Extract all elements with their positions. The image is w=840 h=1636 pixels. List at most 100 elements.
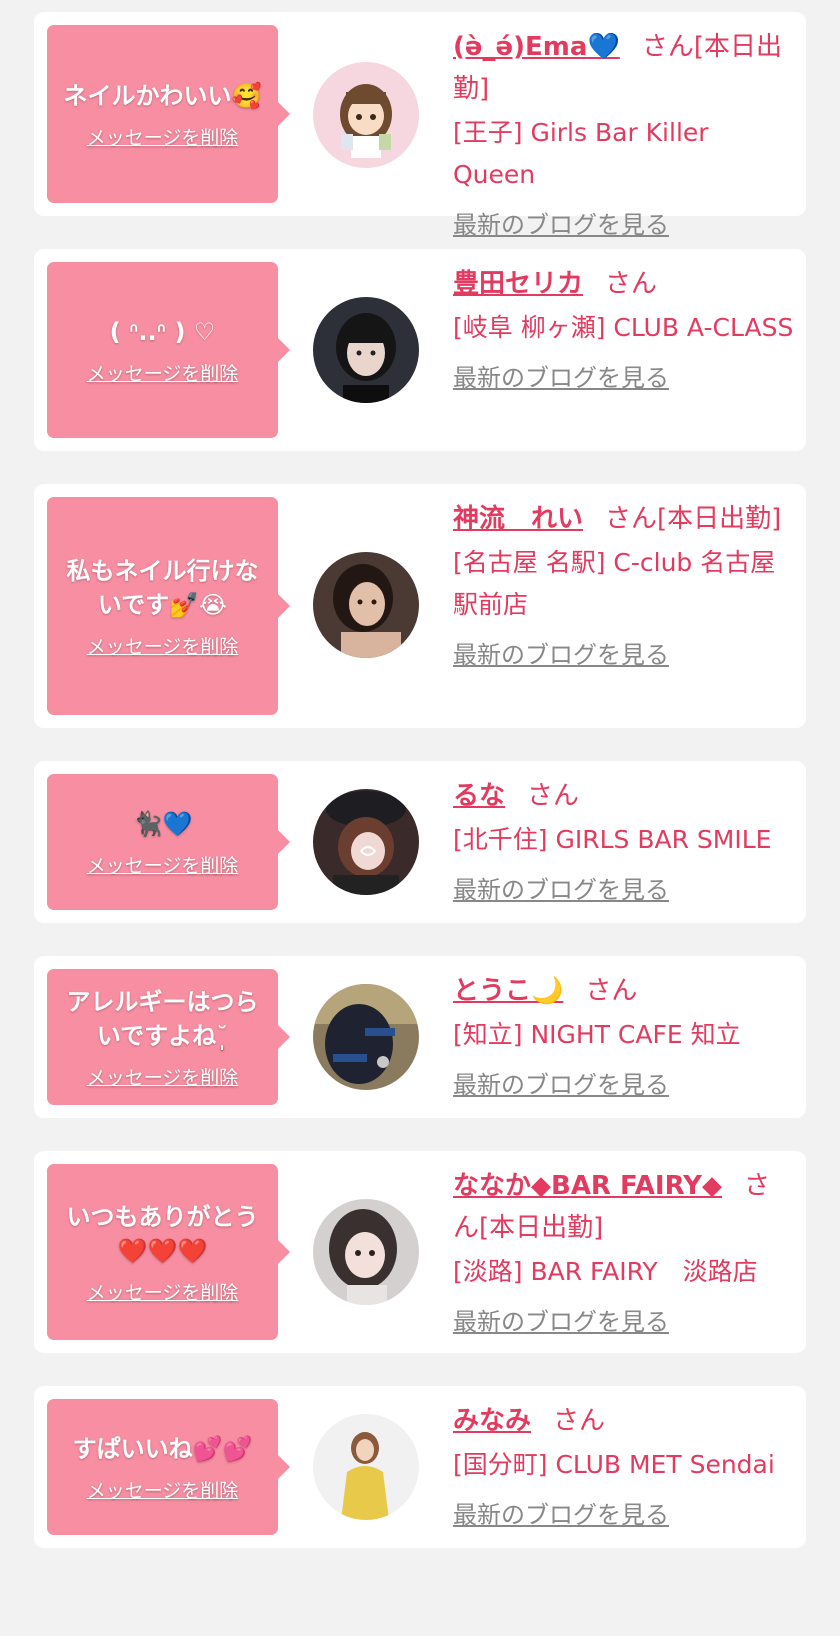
honorific: さん [605, 504, 658, 534]
cast-name: るな [453, 781, 506, 811]
list-item: いつもありがとう ❤️❤️❤️ メッセージを削除 ななか◆BAR FAIRY◆ さん… [34, 1151, 806, 1353]
shop-name: [名古屋 名駅] C-club 名古屋駅前店 [453, 548, 776, 619]
view-blog-link[interactable]: 最新のブログを見る [453, 208, 669, 242]
message-text: すぱいいね💕💕 [73, 1432, 253, 1466]
message-text: 🐈‍⬛💙 [133, 807, 193, 841]
honorific: さん [585, 976, 638, 1006]
cast-name-link[interactable]: (ə̀_ə́)Ema💙 [453, 32, 620, 62]
message-emoji: 💕💕 [192, 1434, 253, 1463]
message-text: 私もネイル行けないです💅😭 [55, 554, 270, 622]
list-item: 私もネイル行けないです💅😭 メッセージを削除 神流 れい さん[本日出勤] [名古… [34, 484, 806, 728]
cast-name: (ə̀_ə́)Ema [453, 32, 588, 62]
cast-name-line: ななか◆BAR FAIRY◆ さん[本日出勤] [453, 1165, 794, 1249]
cast-info: みなみ さん [国分町] CLUB MET Sendai 最新のブログを見る [453, 1400, 794, 1532]
cast-name-line: るな さん [453, 775, 794, 817]
view-blog-link[interactable]: 最新のブログを見る [453, 361, 669, 395]
view-blog-link[interactable]: 最新のブログを見る [453, 873, 669, 907]
cast-name-line: みなみ さん [453, 1400, 794, 1442]
shop-name: [王子] Girls Bar Killer Queen [453, 118, 709, 189]
shop-name: [国分町] CLUB MET Sendai [453, 1450, 775, 1479]
cast-name-line: 神流 れい さん[本日出勤] [453, 498, 794, 540]
cast-name-line: とうこ🌙 さん [453, 970, 794, 1012]
shop-name: [知立] NIGHT CAFE 知立 [453, 1020, 741, 1049]
list-item: ( ᐢ..ᐢ ) ♡ メッセージを削除 豊田セリカ さん [岐阜 柳ヶ瀬] CLU… [34, 249, 806, 451]
cast-info: 神流 れい さん[本日出勤] [名古屋 名駅] C-club 名古屋駅前店 最新の… [453, 498, 794, 672]
avatar[interactable] [313, 789, 419, 895]
message-body: ネイルかわいい [63, 81, 232, 110]
work-status: [本日出勤] [479, 1213, 604, 1243]
cast-info: とうこ🌙 さん [知立] NIGHT CAFE 知立 最新のブログを見る [453, 970, 794, 1102]
message-bubble: いつもありがとう ❤️❤️❤️ メッセージを削除 [47, 1164, 290, 1340]
cast-name-line: 豊田セリカ さん [453, 263, 794, 305]
message-emoji: 🐈‍⬛💙 [132, 809, 193, 838]
message-body: 私もネイル行けないです [66, 556, 259, 619]
message-emoji: ˘̩̩̩ [216, 1021, 229, 1050]
cast-name: みなみ [453, 1406, 532, 1436]
cast-name: ななか◆BAR FAIRY◆ [453, 1171, 723, 1201]
cast-info: (ə̀_ə́)Ema💙 さん[本日出勤] [王子] Girls Bar Kille… [453, 26, 794, 242]
cast-name-link[interactable]: みなみ [453, 1406, 531, 1436]
delete-message-link[interactable]: メッセージを削除 [87, 632, 239, 659]
message-body: アレルギーはつらいですよね [66, 987, 259, 1050]
shop-name: [淡路] BAR FAIRY 淡路店 [453, 1257, 758, 1286]
message-text: アレルギーはつらいですよね˘̩̩̩ [55, 985, 270, 1053]
cast-info: るな さん [北千住] GIRLS BAR SMILE 最新のブログを見る [453, 775, 794, 907]
avatar[interactable] [313, 984, 419, 1090]
cast-info: 豊田セリカ さん [岐阜 柳ヶ瀬] CLUB A-CLASS 最新のブログを見る [453, 263, 794, 395]
delete-message-link[interactable]: メッセージを削除 [87, 1278, 239, 1305]
delete-message-link[interactable]: メッセージを削除 [87, 123, 239, 150]
honorific: さん [527, 781, 580, 811]
view-blog-link[interactable]: 最新のブログを見る [453, 1498, 669, 1532]
honorific: さん [641, 32, 694, 62]
message-bubble: 私もネイル行けないです💅😭 メッセージを削除 [47, 497, 290, 715]
message-body: いつもありがとう [66, 1202, 259, 1231]
honorific: さん [553, 1406, 606, 1436]
message-emoji: ❤️❤️❤️ [117, 1236, 208, 1265]
message-body: ( ᐢ..ᐢ ) ♡ [109, 317, 216, 346]
cast-name: 豊田セリカ [453, 269, 584, 299]
message-text: ネイルかわいい🥰 [64, 79, 262, 113]
message-bubble: 🐈‍⬛💙 メッセージを削除 [47, 774, 290, 910]
delete-message-link[interactable]: メッセージを削除 [87, 1063, 239, 1090]
message-bubble: ( ᐢ..ᐢ ) ♡ メッセージを削除 [47, 262, 290, 438]
cast-name: とうこ [453, 976, 532, 1006]
avatar[interactable] [313, 1414, 419, 1520]
cast-name-link[interactable]: 豊田セリカ [453, 269, 583, 299]
work-status: [本日出勤] [657, 504, 782, 534]
view-blog-link[interactable]: 最新のブログを見る [453, 1305, 669, 1339]
message-list: ネイルかわいい🥰 メッセージを削除 (ə̀_ə́)Ema💙 さん[本日出勤] [王… [0, 0, 840, 1636]
message-bubble: アレルギーはつらいですよね˘̩̩̩ メッセージを削除 [47, 969, 290, 1105]
cast-name-link[interactable]: とうこ🌙 [453, 976, 563, 1006]
view-blog-link[interactable]: 最新のブログを見る [453, 1068, 669, 1102]
message-emoji: 🥰 [231, 81, 262, 110]
avatar[interactable] [313, 1199, 419, 1305]
cast-name-line: (ə̀_ə́)Ema💙 さん[本日出勤] [453, 26, 794, 110]
avatar[interactable] [313, 62, 419, 168]
shop-name: [岐阜 柳ヶ瀬] CLUB A-CLASS [453, 313, 794, 342]
list-item: すぱいいね💕💕 メッセージを削除 みなみ さん [国分町] CLUB MET Se… [34, 1386, 806, 1548]
delete-message-link[interactable]: メッセージを削除 [87, 851, 239, 878]
cast-name: 神流 れい [453, 504, 584, 534]
avatar[interactable] [313, 552, 419, 658]
message-emoji: 💅😭 [169, 590, 228, 619]
message-bubble: ネイルかわいい🥰 メッセージを削除 [47, 25, 290, 203]
view-blog-link[interactable]: 最新のブログを見る [453, 638, 669, 672]
cast-name-link[interactable]: ななか◆BAR FAIRY◆ [453, 1171, 722, 1201]
delete-message-link[interactable]: メッセージを削除 [87, 1476, 239, 1503]
list-item: 🐈‍⬛💙 メッセージを削除 るな さん [北千住] GIRLS BAR SMILE… [34, 761, 806, 923]
list-item: ネイルかわいい🥰 メッセージを削除 (ə̀_ə́)Ema💙 さん[本日出勤] [王… [34, 12, 806, 239]
cast-name-link[interactable]: 神流 れい [453, 504, 583, 534]
avatar[interactable] [313, 297, 419, 403]
message-body: すぱいいね [72, 1434, 193, 1463]
message-text: いつもありがとう ❤️❤️❤️ [67, 1200, 259, 1268]
cast-name-link[interactable]: るな [453, 781, 505, 811]
shop-name: [北千住] GIRLS BAR SMILE [453, 825, 772, 854]
message-text: ( ᐢ..ᐢ ) ♡ [110, 315, 216, 349]
message-bubble: すぱいいね💕💕 メッセージを削除 [47, 1399, 290, 1535]
name-emoji: 💙 [587, 32, 620, 62]
delete-message-link[interactable]: メッセージを削除 [87, 359, 239, 386]
honorific: さん [605, 269, 658, 299]
list-item: アレルギーはつらいですよね˘̩̩̩ メッセージを削除 とうこ🌙 さん [知立] N… [34, 956, 806, 1118]
name-emoji: 🌙 [531, 976, 564, 1006]
cast-info: ななか◆BAR FAIRY◆ さん[本日出勤] [淡路] BAR FAIRY 淡路… [453, 1165, 794, 1339]
